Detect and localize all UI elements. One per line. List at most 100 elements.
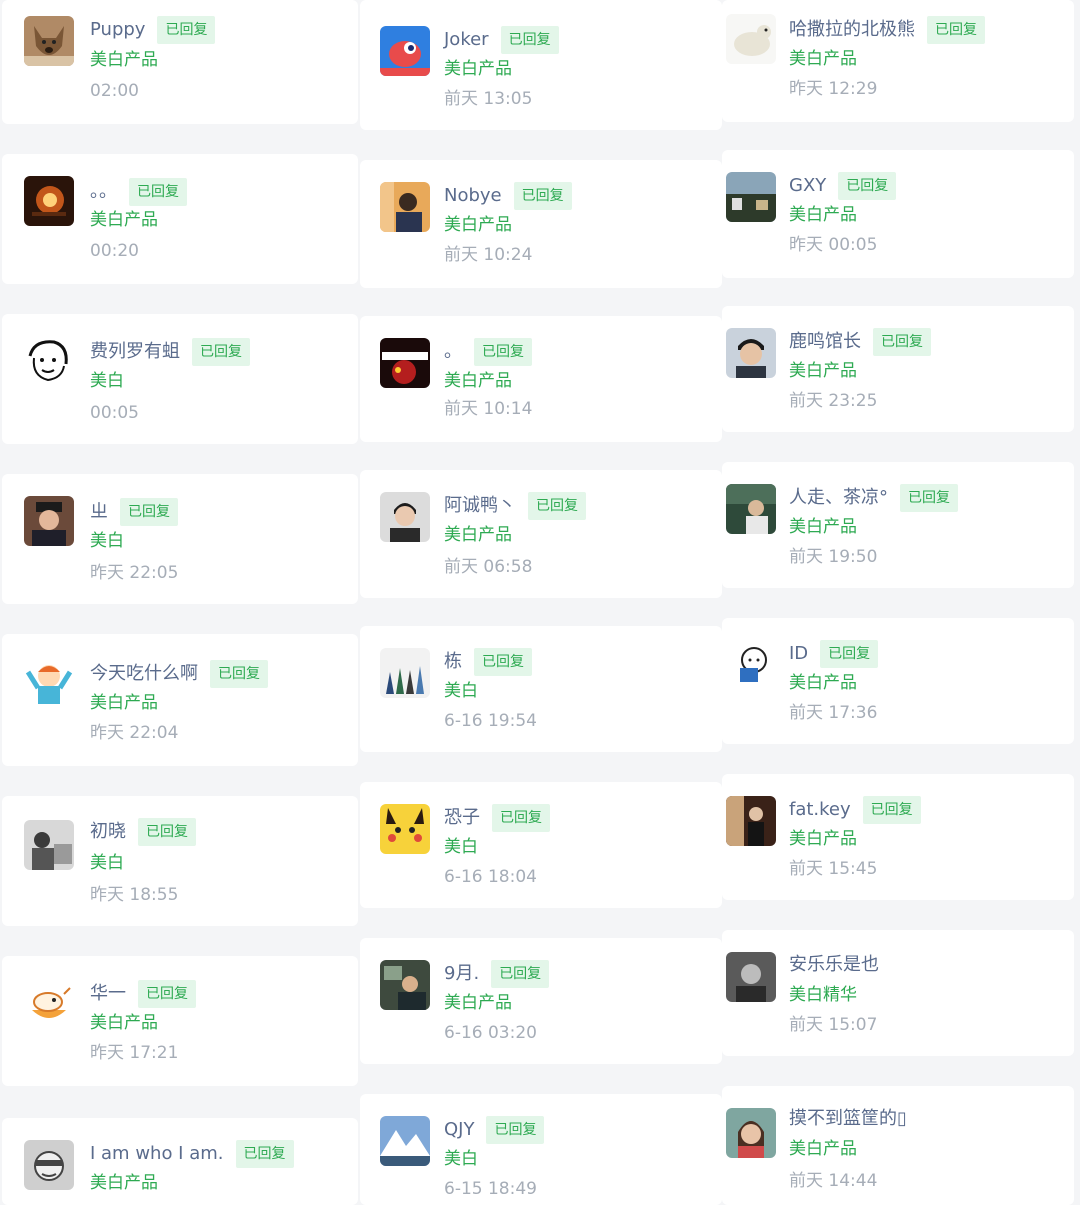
contact-name: ID bbox=[789, 643, 809, 664]
product-tag: 美白 bbox=[444, 1149, 478, 1169]
contact-name-row: 人走、茶凉° 已回复 bbox=[789, 484, 958, 512]
product-tag: 美白产品 bbox=[444, 371, 512, 391]
message-card[interactable]: fat.key 已回复 美白产品 前天 15:45 bbox=[722, 774, 1074, 900]
message-card[interactable]: 9月. 已回复 美白产品 6-16 03:20 bbox=[360, 938, 722, 1064]
portrait-avatar bbox=[380, 492, 430, 542]
message-card[interactable]: 华一 已回复 美白产品 昨天 17:21 bbox=[2, 956, 358, 1086]
message-card[interactable]: 栋已回复 美白 6-16 19:54 bbox=[360, 626, 722, 752]
message-time: 前天 06:58 bbox=[444, 557, 533, 577]
product-tag: 美白产品 bbox=[90, 50, 158, 70]
young-man-avatar bbox=[726, 328, 776, 378]
message-time: 昨天 17:21 bbox=[90, 1043, 179, 1063]
replied-badge: 已回复 bbox=[491, 960, 550, 988]
bw-portrait-avatar bbox=[726, 952, 776, 1002]
contact-name: 阿诚鸭丶 bbox=[444, 495, 516, 516]
message-card[interactable]: Joker 已回复 美白产品 前天 13:05 bbox=[360, 0, 722, 130]
contact-name: 。 bbox=[444, 341, 462, 362]
message-time: 02:00 bbox=[90, 81, 139, 101]
message-card[interactable]: QJY 已回复 美白 6-15 18:49 bbox=[360, 1094, 722, 1205]
message-card[interactable]: 摸不到篮筐的▯ 美白产品 前天 14:44 bbox=[722, 1086, 1074, 1205]
contact-name: 今天吃什么啊 bbox=[90, 663, 198, 684]
product-tag: 美白 bbox=[444, 681, 478, 701]
replied-badge: 已回复 bbox=[873, 328, 931, 356]
replied-badge: 已回复 bbox=[500, 26, 559, 54]
contact-name-row: ㄓ已回复 bbox=[90, 498, 178, 526]
replied-badge: 已回复 bbox=[927, 16, 985, 44]
message-card[interactable]: 费列罗有蛆 已回复 美白 00:05 bbox=[2, 314, 358, 444]
contact-name-row: 哈撒拉的北极熊 已回复 bbox=[789, 16, 985, 44]
contact-name: 恐子 bbox=[444, 807, 480, 828]
message-time: 前天 10:14 bbox=[444, 399, 533, 419]
replied-badge: 已回复 bbox=[513, 182, 572, 210]
person-hat-avatar bbox=[24, 496, 74, 546]
product-tag: 美白产品 bbox=[90, 1173, 158, 1193]
message-time: 6-16 03:20 bbox=[444, 1023, 537, 1043]
product-tag: 美白产品 bbox=[90, 210, 158, 230]
contact-name-row: 9月. 已回复 bbox=[444, 960, 550, 988]
product-tag: 美白产品 bbox=[90, 693, 158, 713]
product-tag: 美白 bbox=[90, 371, 124, 391]
contact-name-row: 今天吃什么啊 已回复 bbox=[90, 660, 268, 688]
replied-badge: 已回复 bbox=[474, 338, 532, 366]
message-card[interactable]: 恐子 已回复 美白 6-16 18:04 bbox=[360, 782, 722, 908]
message-time: 前天 15:45 bbox=[789, 859, 878, 879]
message-card[interactable]: 今天吃什么啊 已回复 美白产品 昨天 22:04 bbox=[2, 634, 358, 766]
contact-name: ㄓ bbox=[90, 501, 108, 522]
product-tag: 美白产品 bbox=[789, 1139, 857, 1159]
message-time: 前天 19:50 bbox=[789, 547, 878, 567]
contact-name-row: 。已回复 bbox=[444, 338, 532, 366]
cartoon-kid-avatar bbox=[24, 658, 74, 708]
contact-name-row: 华一 已回复 bbox=[90, 980, 196, 1008]
replied-badge: 已回复 bbox=[528, 492, 586, 520]
contact-name: 安乐乐是也 bbox=[789, 954, 879, 975]
contact-name-row: fat.key 已回复 bbox=[789, 796, 921, 824]
message-card[interactable]: 安乐乐是也 美白精华 前天 15:07 bbox=[722, 930, 1074, 1056]
girl-portrait-avatar bbox=[726, 1108, 776, 1158]
message-card[interactable]: 初晓 已回复 美白 昨天 18:55 bbox=[2, 796, 358, 926]
lamp-avatar bbox=[24, 176, 74, 226]
product-tag: 美白产品 bbox=[789, 829, 857, 849]
message-card[interactable]: GXY 已回复 美白产品 昨天 00:05 bbox=[722, 150, 1074, 278]
message-card[interactable]: 。已回复 美白产品 前天 10:14 bbox=[360, 316, 722, 442]
contact-name: 9月. bbox=[444, 963, 480, 984]
replied-badge: 已回复 bbox=[192, 338, 250, 366]
polar-bear-avatar bbox=[726, 14, 776, 64]
message-card[interactable]: ㄓ已回复 美白 昨天 22:05 bbox=[2, 474, 358, 604]
message-card[interactable]: 哈撒拉的北极熊 已回复 美白产品 昨天 12:29 bbox=[722, 0, 1074, 122]
pencils-avatar bbox=[380, 648, 430, 698]
product-tag: 美白产品 bbox=[789, 517, 857, 537]
message-card[interactable]: ID 已回复 美白产品 前天 17:36 bbox=[722, 618, 1074, 744]
product-tag: 美白产品 bbox=[789, 49, 857, 69]
dog-avatar bbox=[24, 16, 74, 66]
replied-badge: 已回复 bbox=[138, 980, 196, 1008]
contact-name-row: QJY 已回复 bbox=[444, 1116, 545, 1144]
product-tag: 美白 bbox=[444, 837, 478, 857]
message-time: 6-16 18:04 bbox=[444, 867, 537, 887]
contact-name-row: GXY 已回复 bbox=[789, 172, 897, 200]
message-card[interactable]: 阿诚鸭丶 已回复 美白产品 前天 06:58 bbox=[360, 470, 722, 598]
mountain-avatar bbox=[380, 1116, 430, 1166]
message-card[interactable]: Nobye 已回复 美白产品 前天 10:24 bbox=[360, 160, 722, 288]
contact-name-row: 费列罗有蛆 已回复 bbox=[90, 338, 250, 366]
contact-name-row: 恐子 已回复 bbox=[444, 804, 550, 832]
contact-name-row: 。。 已回复 bbox=[90, 178, 187, 206]
contact-name-row: 栋已回复 bbox=[444, 648, 532, 676]
message-card[interactable]: I am who I am. 已回复 美白产品 bbox=[2, 1118, 358, 1205]
message-card[interactable]: 人走、茶凉° 已回复 美白产品 前天 19:50 bbox=[722, 462, 1074, 588]
message-card[interactable]: 。。 已回复 美白产品 00:20 bbox=[2, 154, 358, 284]
message-time: 00:20 bbox=[90, 241, 139, 261]
replied-badge: 已回复 bbox=[129, 178, 187, 206]
message-time: 00:05 bbox=[90, 403, 139, 423]
replied-badge: 已回复 bbox=[138, 818, 196, 846]
replied-badge: 已回复 bbox=[862, 796, 921, 824]
contact-name: I am who I am. bbox=[90, 1143, 224, 1164]
contact-name: QJY bbox=[444, 1119, 475, 1140]
cartoon-animal-avatar bbox=[24, 980, 74, 1030]
replied-badge: 已回复 bbox=[486, 1116, 545, 1144]
message-time: 昨天 12:29 bbox=[789, 79, 878, 99]
contact-name-row: Joker 已回复 bbox=[444, 26, 559, 54]
message-time: 昨天 22:04 bbox=[90, 723, 179, 743]
message-card[interactable]: 鹿鸣馆长 已回复 美白产品 前天 23:25 bbox=[722, 306, 1074, 432]
message-card[interactable]: Puppy 已回复 美白产品 02:00 bbox=[2, 0, 358, 124]
replied-badge: 已回复 bbox=[474, 648, 532, 676]
